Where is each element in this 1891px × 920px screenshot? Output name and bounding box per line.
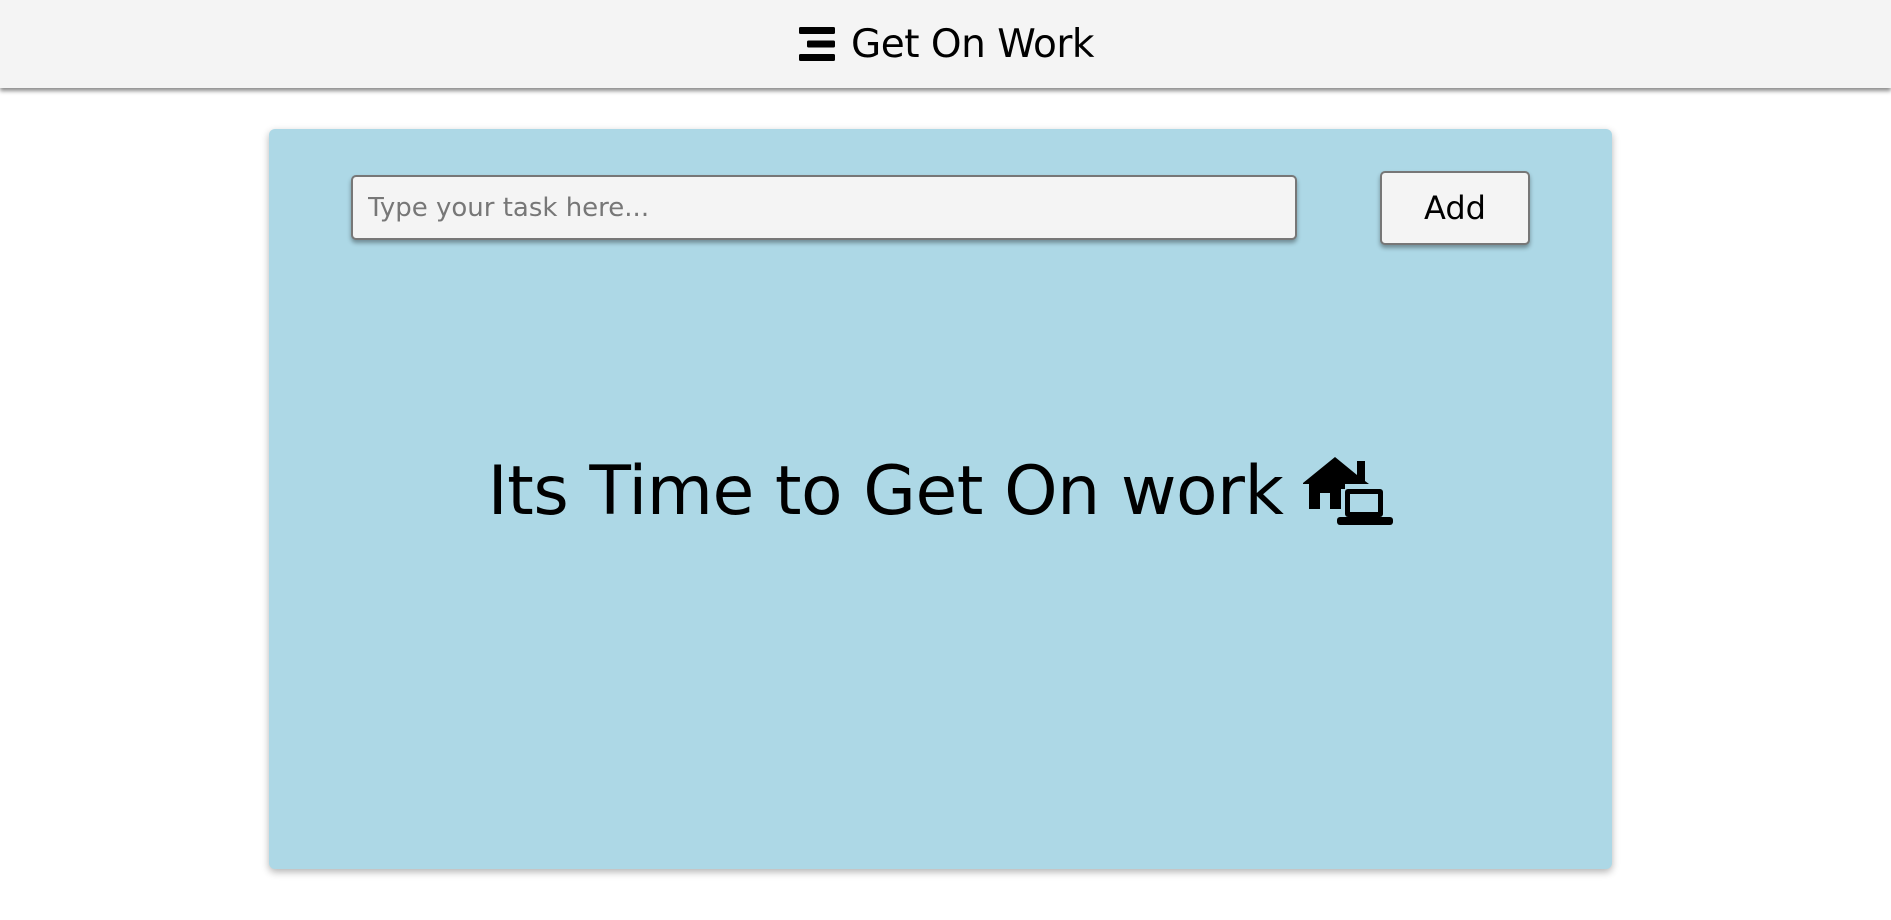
add-task-button[interactable]: Add	[1380, 171, 1530, 245]
empty-state-message: Its Time to Get On work	[487, 451, 1284, 531]
top-navbar: Get On Work	[0, 0, 1891, 88]
app-title: Get On Work	[851, 21, 1094, 67]
task-input[interactable]	[351, 175, 1297, 240]
brand: Get On Work	[797, 22, 1094, 67]
bars-staggered-icon	[799, 27, 835, 61]
house-laptop-icon	[1303, 457, 1394, 525]
empty-state: Its Time to Get On work	[269, 441, 1612, 541]
todo-card: Add Its Time to Get On work	[269, 129, 1612, 869]
